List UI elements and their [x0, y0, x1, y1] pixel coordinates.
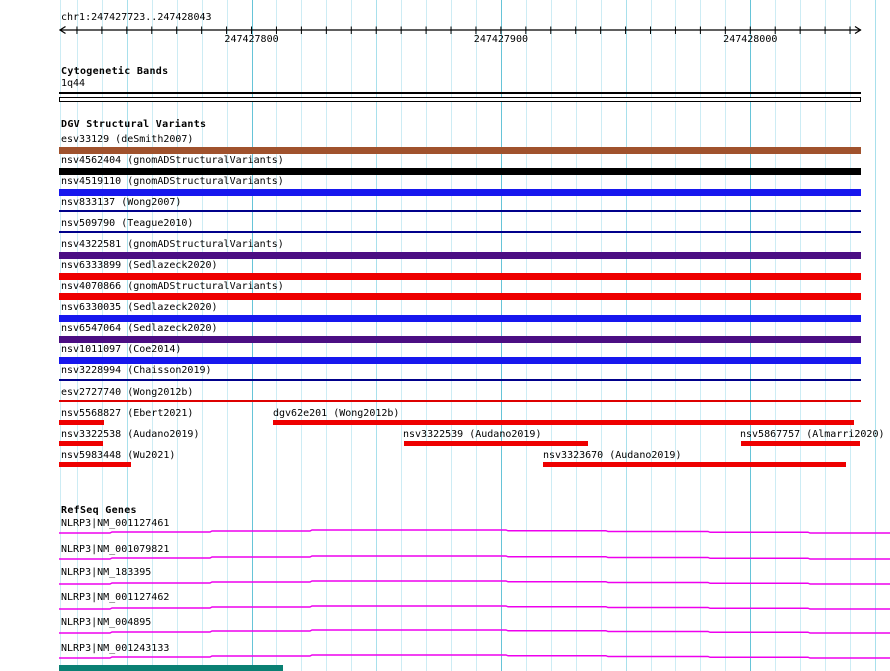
variant-bar[interactable] — [59, 293, 861, 300]
variant-label: nsv3322539 (Audano2019) — [403, 429, 542, 440]
variant-label: nsv3228994 (Chaisson2019) — [61, 365, 212, 376]
variant-label: nsv3323670 (Audano2019) — [543, 450, 682, 461]
variant-label: nsv5568827 (Ebert2021) — [61, 408, 194, 419]
section-title-cytogenetic-bands: Cytogenetic Bands — [61, 66, 169, 77]
ruler-tick-label: 247427800 — [224, 34, 279, 45]
variant-bar[interactable] — [59, 189, 861, 196]
cytoband-label: 1q44 — [61, 78, 86, 89]
variant-label: nsv1011097 (Coe2014) — [61, 344, 182, 355]
gene-intron-line[interactable] — [59, 654, 890, 659]
variant-bar[interactable] — [59, 315, 861, 322]
gene-label: NLRP3|NM_001243133 — [61, 643, 170, 654]
gene-intron-line[interactable] — [59, 580, 890, 585]
gridline — [874, 0, 876, 671]
gene-intron-line[interactable] — [59, 629, 890, 634]
variant-bar[interactable] — [59, 462, 131, 467]
variant-bar[interactable] — [59, 273, 861, 280]
genome-browser-canvas[interactable]: chr1:247427723..247428043 247427800 24742… — [0, 0, 890, 671]
variant-label: nsv3322538 (Audano2019) — [61, 429, 200, 440]
partial-track-bar[interactable] — [59, 665, 283, 671]
gene-label: NLRP3|NM_001127462 — [61, 592, 170, 603]
variant-bar[interactable] — [59, 231, 861, 233]
ruler-tick-label: 247427900 — [473, 34, 528, 45]
chromosome-ideogram[interactable] — [59, 97, 861, 102]
variant-bar[interactable] — [59, 147, 861, 154]
region-label: chr1:247427723..247428043 — [61, 12, 212, 23]
variant-bar[interactable] — [59, 336, 861, 343]
variant-bar[interactable] — [59, 420, 104, 425]
variant-bar[interactable] — [741, 441, 860, 446]
section-title-dgv-structural-variants: DGV Structural Variants — [61, 119, 207, 130]
cytoband-bar[interactable] — [59, 92, 861, 94]
variant-bar[interactable] — [273, 420, 854, 425]
variant-label: nsv4322581 (gnomADStructuralVariants) — [61, 239, 284, 250]
variant-label: nsv4519110 (gnomADStructuralVariants) — [61, 176, 284, 187]
gene-label: NLRP3|NM_001079821 — [61, 544, 170, 555]
gene-intron-line[interactable] — [59, 555, 890, 560]
ruler-left-arrow-icon — [58, 25, 66, 35]
variant-bar[interactable] — [59, 441, 103, 446]
variant-label: nsv5867757 (Almarri2020) — [740, 429, 885, 440]
variant-bar[interactable] — [543, 462, 846, 467]
gene-label: NLRP3|NM_001127461 — [61, 518, 170, 529]
gene-label: NLRP3|NM_183395 — [61, 567, 152, 578]
ruler-right-arrow-icon — [854, 25, 862, 35]
variant-bar[interactable] — [404, 441, 588, 446]
section-title-refseq-genes: RefSeq Genes — [61, 505, 137, 516]
ruler-tick-label: 247428000 — [723, 34, 778, 45]
variant-label: dgv62e201 (Wong2012b) — [273, 408, 400, 419]
variant-label: nsv833137 (Wong2007) — [61, 197, 182, 208]
variant-bar[interactable] — [59, 400, 861, 402]
gene-intron-line[interactable] — [59, 605, 890, 610]
variant-bar[interactable] — [59, 168, 861, 175]
variant-label: nsv4562404 (gnomADStructuralVariants) — [61, 155, 284, 166]
variant-label: nsv4070866 (gnomADStructuralVariants) — [61, 281, 284, 292]
variant-label: esv2727740 (Wong2012b) — [61, 387, 194, 398]
variant-bar[interactable] — [59, 210, 861, 212]
variant-label: nsv6547064 (Sedlazeck2020) — [61, 323, 218, 334]
gene-label: NLRP3|NM_004895 — [61, 617, 152, 628]
gene-intron-line[interactable] — [59, 529, 890, 534]
variant-label: nsv509790 (Teague2010) — [61, 218, 194, 229]
variant-bar[interactable] — [59, 357, 861, 364]
variant-bar[interactable] — [59, 379, 861, 381]
variant-label: esv33129 (deSmith2007) — [61, 134, 194, 145]
variant-label: nsv5983448 (Wu2021) — [61, 450, 176, 461]
variant-label: nsv6330035 (Sedlazeck2020) — [61, 302, 218, 313]
variant-label: nsv6333899 (Sedlazeck2020) — [61, 260, 218, 271]
variant-bar[interactable] — [59, 252, 861, 259]
